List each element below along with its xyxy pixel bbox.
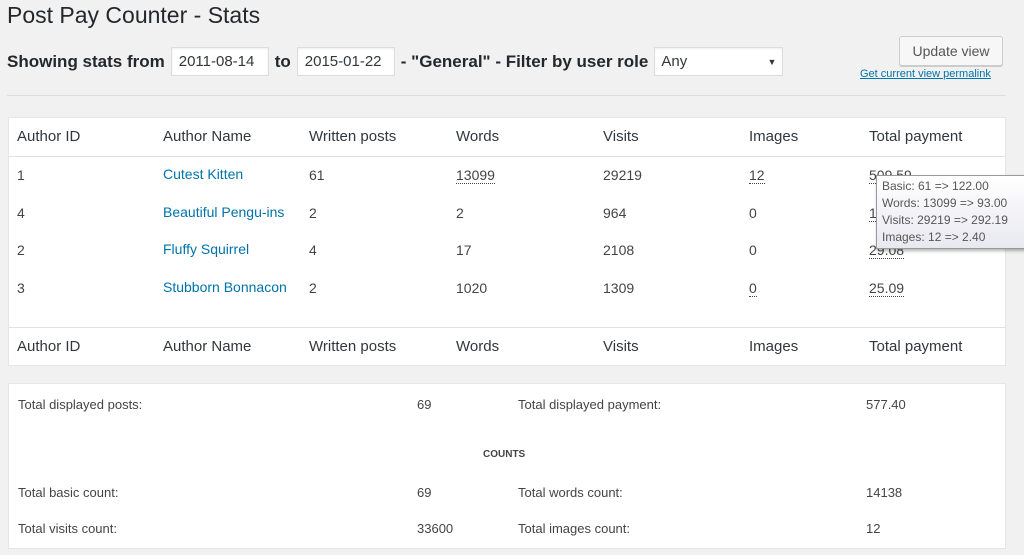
permalink-link[interactable]: Get current view permalink bbox=[860, 68, 991, 80]
page-title: Post Pay Counter - Stats bbox=[7, 2, 261, 28]
filter-bar: Showing stats from 2011-08-14 to 2015-01… bbox=[7, 47, 784, 76]
words-label: Total words count: bbox=[518, 485, 623, 500]
payment-label: Total displayed payment: bbox=[518, 397, 662, 412]
tooltip-line: Images: 12 => 2.40 bbox=[882, 230, 986, 244]
basic-value: 69 bbox=[417, 485, 432, 500]
cell-id: 3 bbox=[17, 280, 25, 296]
cell-visits: 2108 bbox=[603, 242, 635, 258]
cell-visits: 1309 bbox=[603, 280, 635, 296]
column-header: Words bbox=[456, 128, 500, 145]
column-footer: Written posts bbox=[309, 338, 397, 355]
role-value: Any bbox=[661, 53, 688, 70]
cell-words: 13099 bbox=[456, 167, 495, 184]
to-label: to bbox=[274, 51, 291, 71]
author-link[interactable]: Stubborn Bonnacon bbox=[163, 277, 293, 298]
cell-posts: 4 bbox=[309, 242, 317, 258]
column-footer: Words bbox=[456, 338, 500, 355]
column-header: Total payment bbox=[869, 128, 963, 145]
update-view-button[interactable]: Update view bbox=[899, 36, 1003, 66]
basic-label: Total basic count: bbox=[18, 485, 119, 500]
cell-id: 2 bbox=[17, 242, 25, 258]
words-value: 14138 bbox=[866, 485, 903, 500]
author-link[interactable]: Fluffy Squirrel bbox=[163, 239, 293, 260]
payment-value: 577.40 bbox=[866, 397, 906, 412]
visits-label: Total visits count: bbox=[18, 521, 117, 536]
cell-id: 4 bbox=[17, 205, 25, 221]
images-value: 12 bbox=[866, 521, 881, 536]
cell-images: 0 bbox=[749, 242, 757, 258]
author-link[interactable]: Beautiful Pengu-ins bbox=[163, 202, 293, 223]
column-footer: Images bbox=[749, 338, 799, 355]
cell-visits: 964 bbox=[603, 205, 627, 221]
column-header: Written posts bbox=[309, 128, 397, 145]
column-footer: Total payment bbox=[869, 338, 963, 355]
posts-value: 69 bbox=[417, 397, 432, 412]
user-role-select[interactable]: Any ▼ bbox=[654, 47, 784, 76]
cell-id: 1 bbox=[17, 167, 25, 183]
counts-heading: COUNTS bbox=[483, 449, 526, 460]
filter-middle: - "General" - Filter by user role bbox=[400, 51, 649, 71]
column-footer: Visits bbox=[603, 338, 639, 355]
cell-images: 12 bbox=[749, 167, 765, 184]
cell-visits: 29219 bbox=[603, 167, 642, 183]
column-header: Visits bbox=[603, 128, 639, 145]
cell-words: 2 bbox=[456, 205, 464, 221]
author-link[interactable]: Cutest Kitten bbox=[163, 164, 293, 185]
cell-payment: 25.09 bbox=[869, 280, 905, 297]
column-header: Images bbox=[749, 128, 799, 145]
cell-posts: 2 bbox=[309, 280, 317, 296]
tooltip-line: Basic: 61 => 122.00 bbox=[882, 179, 989, 193]
column-header: Author ID bbox=[17, 128, 81, 145]
dropdown-arrow-icon: ▼ bbox=[767, 56, 777, 67]
cell-posts: 61 bbox=[309, 167, 325, 183]
column-footer: Author ID bbox=[17, 338, 81, 355]
from-date-input[interactable]: 2011-08-14 bbox=[170, 47, 269, 76]
posts-label: Total displayed posts: bbox=[18, 397, 143, 412]
images-label: Total images count: bbox=[518, 521, 631, 536]
stats-table: Author ID Author ID Author Name Author Name… bbox=[8, 117, 1006, 366]
divider bbox=[7, 95, 1006, 96]
cell-words: 1020 bbox=[456, 280, 488, 296]
payment-tooltip: Basic: 61 => 122.00 Words: 13099 => 93.0… bbox=[876, 175, 1024, 249]
cell-images: 0 bbox=[749, 280, 757, 297]
to-date-input[interactable]: 2015-01-22 bbox=[296, 47, 395, 76]
cell-posts: 2 bbox=[309, 205, 317, 221]
cell-images: 0 bbox=[749, 205, 757, 221]
filter-prefix: Showing stats from bbox=[7, 51, 165, 71]
column-header: Author Name bbox=[163, 128, 252, 145]
visits-value: 33600 bbox=[417, 521, 454, 536]
cell-words: 17 bbox=[456, 242, 472, 258]
tooltip-line: Words: 13099 => 93.00 bbox=[882, 196, 1008, 210]
column-footer: Author Name bbox=[163, 338, 252, 355]
summary-panel: Total displayed posts: 69 Total displaye… bbox=[8, 383, 1006, 549]
tooltip-line: Visits: 29219 => 292.19 bbox=[882, 213, 1008, 227]
